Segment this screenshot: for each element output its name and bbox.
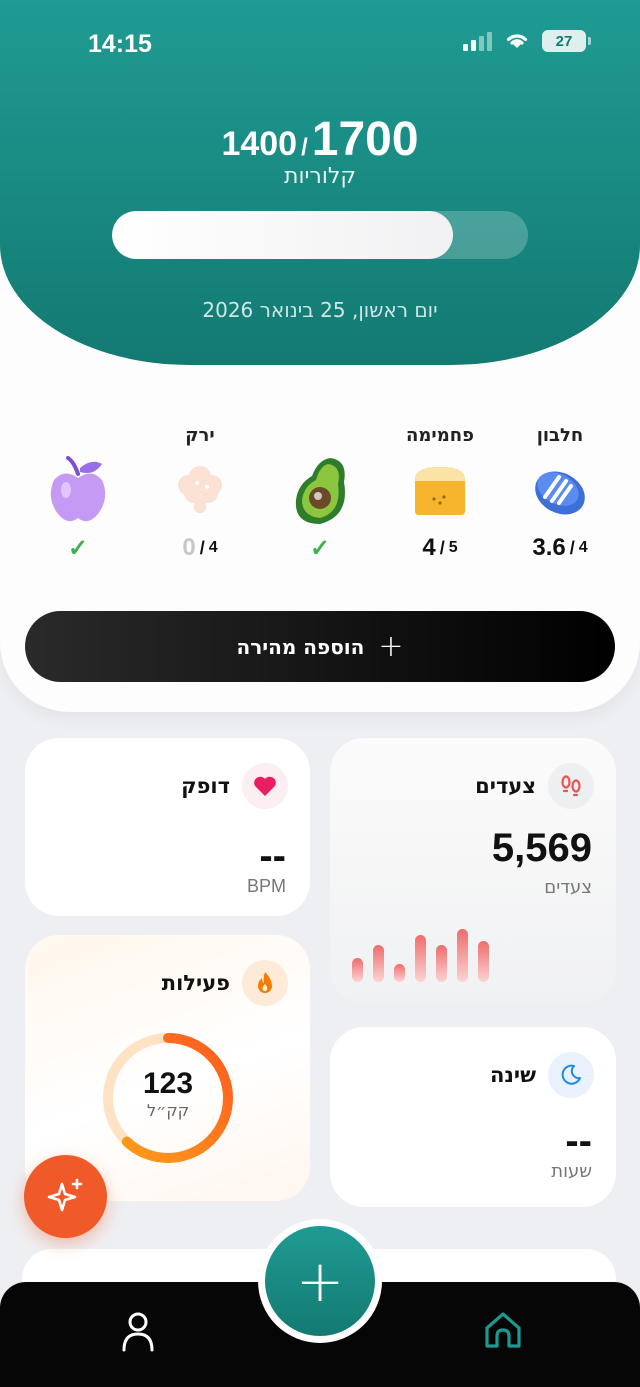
steps-bar: [373, 945, 384, 982]
calorie-progress-fill: [112, 211, 454, 259]
home-icon: [485, 1312, 521, 1348]
bread-icon: [375, 451, 505, 531]
sleep-widget[interactable]: שינה -- שעות: [330, 1027, 616, 1207]
vegetable-icon: [135, 451, 265, 531]
steps-title: צעדים: [475, 774, 536, 798]
flame-icon: [242, 960, 288, 1006]
sleep-title: שינה: [489, 1063, 536, 1087]
heart-rate-value: --: [259, 834, 286, 878]
steps-bar: [415, 935, 426, 982]
food-group-title: חלבון: [536, 425, 584, 446]
food-complete-check: ✓: [67, 534, 89, 562]
food-group-title: ירק: [185, 425, 215, 446]
food-count: 3.6/4: [532, 534, 588, 561]
activity-ring: 123 קק״ל: [101, 1031, 235, 1165]
calories-goal: 1700: [311, 113, 419, 166]
calorie-header: 14:15 27 1400/1700 קלוריות יום ראשון, 25…: [0, 0, 640, 365]
ai-assistant-button[interactable]: [24, 1155, 107, 1238]
heart-rate-title: דופק: [181, 774, 230, 798]
add-entry-button-ring: +: [258, 1219, 382, 1343]
calories-consumed: 1400: [221, 125, 298, 163]
widget-header: שינה: [490, 1052, 594, 1098]
calorie-counter: 1400/1700: [0, 112, 640, 167]
profile-icon: [122, 1312, 154, 1352]
food-group-title: [13, 425, 143, 451]
food-group-fruit[interactable]: ✓: [13, 425, 143, 565]
quick-add-button[interactable]: + הוספה מהירה: [25, 611, 615, 682]
activity-calories-unit: קק״ל: [146, 1101, 190, 1120]
heart-rate-unit: BPM: [246, 876, 286, 896]
steps-bar: [457, 929, 468, 982]
avocado-icon: [255, 451, 385, 531]
calories-label: קלוריות: [284, 164, 356, 189]
food-complete-check: ✓: [309, 534, 331, 562]
nav-home-button[interactable]: [481, 1310, 525, 1356]
widget-header: דופק: [181, 763, 288, 809]
status-time: 14:15: [88, 30, 152, 58]
food-count: 0/4: [182, 534, 218, 561]
moon-icon: [548, 1052, 594, 1098]
steps-bar: [352, 958, 363, 982]
sleep-value: --: [565, 1119, 592, 1163]
steps-value: 5,569: [491, 826, 592, 870]
sleep-unit: שעות: [551, 1161, 592, 1182]
add-entry-button[interactable]: +: [265, 1226, 375, 1336]
wifi-icon: [506, 34, 528, 48]
protein-icon: [495, 451, 625, 531]
sparkles-icon: [47, 1178, 82, 1211]
widget-header: צעדים: [475, 763, 594, 809]
food-group-carbs[interactable]: פחמימה 4/5: [375, 425, 505, 565]
food-group-fat[interactable]: ✓: [255, 425, 385, 565]
widget-header: פעילות: [162, 960, 288, 1006]
quick-add-label: הוספה מהירה: [236, 634, 365, 659]
food-groups: חלבון 3.6/4 פחמימה 4/5 ✓ ירק 0 / 4 ✓: [0, 425, 640, 585]
current-date[interactable]: יום ראשון, 25 בינואר 2026: [0, 298, 640, 322]
footsteps-icon: [548, 763, 594, 809]
calories-separator: /: [301, 134, 308, 161]
nav-profile-button[interactable]: [116, 1310, 160, 1356]
heart-rate-widget[interactable]: דופק -- BPM: [25, 738, 310, 916]
steps-widget[interactable]: צעדים 5,569 צעדים: [330, 738, 616, 1003]
food-group-protein[interactable]: חלבון 3.6/4: [495, 425, 625, 565]
apple-icon: [13, 451, 143, 531]
steps-unit: צעדים: [544, 877, 592, 898]
food-group-title: [255, 425, 385, 451]
activity-title: פעילות: [161, 971, 230, 995]
steps-bar: [436, 945, 447, 982]
cellular-signal-icon: [463, 31, 492, 51]
plus-icon: +: [295, 1247, 345, 1315]
food-group-title: פחמימה: [406, 425, 474, 446]
food-count: 4/5: [422, 534, 458, 561]
steps-bar-chart: [352, 922, 502, 982]
heart-icon: [242, 763, 288, 809]
steps-bar: [394, 964, 405, 982]
activity-calories-value: 123: [142, 1067, 194, 1100]
food-group-vegetables[interactable]: ירק 0/4: [135, 425, 265, 565]
status-icons: 27: [463, 30, 591, 52]
battery-indicator: 27: [542, 30, 591, 52]
steps-bar: [478, 941, 489, 982]
plus-icon: +: [378, 628, 404, 664]
calorie-progress-bar: [112, 211, 528, 259]
